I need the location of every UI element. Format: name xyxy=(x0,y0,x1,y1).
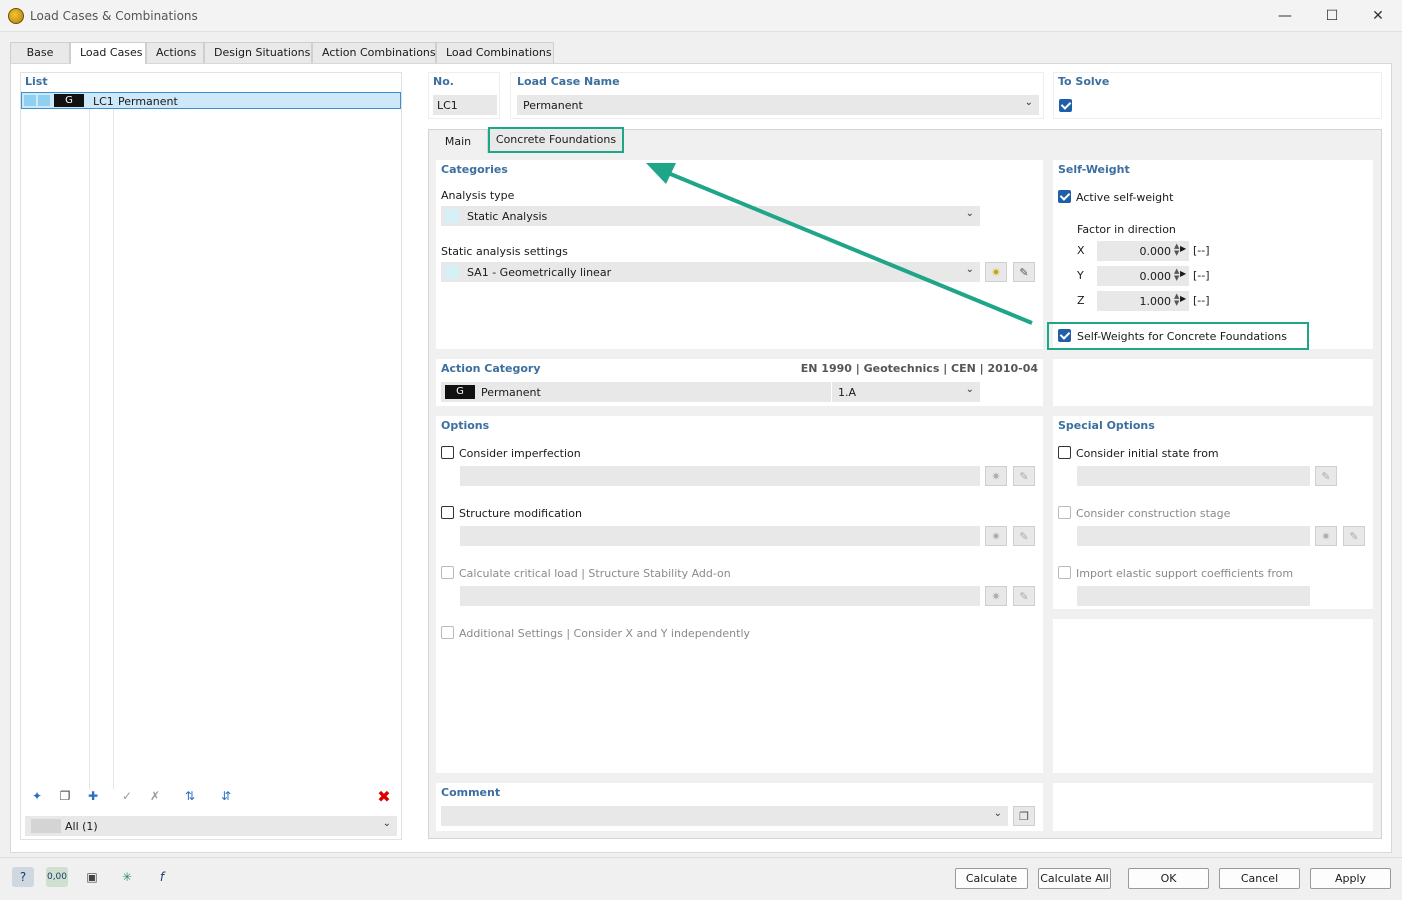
elastic-support-field[interactable] xyxy=(1077,586,1310,606)
uncheck-all-icon[interactable]: ✗ xyxy=(144,786,166,806)
comment-select[interactable]: ⌄ xyxy=(441,806,1008,826)
load-case-name-select[interactable]: Permanent ⌄ xyxy=(517,95,1039,115)
structure-mod-checkbox[interactable] xyxy=(441,506,454,519)
action-category-select[interactable]: G Permanent 1.A ⌄ xyxy=(441,382,980,402)
tab-load-cases[interactable]: Load Cases xyxy=(70,42,146,64)
new-load-case-icon[interactable]: ✦ xyxy=(26,786,48,806)
action-code-badge: G xyxy=(54,94,84,107)
calculate-button[interactable]: Calculate xyxy=(955,868,1028,889)
tab-actions[interactable]: Actions xyxy=(146,42,204,63)
app-icon xyxy=(8,8,24,24)
new-settings-icon[interactable]: ✷ xyxy=(985,262,1007,282)
chevron-down-icon: ⌄ xyxy=(965,264,974,275)
empty-panel xyxy=(1053,359,1373,406)
number-panel: No. LC1 xyxy=(428,72,500,119)
color-swatch xyxy=(24,95,36,106)
copy-icon[interactable]: ❐ xyxy=(1013,806,1035,826)
filter-icon[interactable]: ✳ xyxy=(116,867,138,887)
chevron-down-icon: ⌄ xyxy=(965,384,974,395)
comment-panel: Comment ⌄ ❐ xyxy=(436,783,1043,831)
chevron-down-icon: ⌄ xyxy=(965,208,974,219)
list-item-name: Permanent xyxy=(118,95,178,108)
special-options-panel: Special Options Consider initial state f… xyxy=(1053,416,1373,609)
edit-icon[interactable]: ✎ xyxy=(1013,586,1035,606)
structure-mod-field[interactable] xyxy=(460,526,980,546)
action-category-panel: Action Category EN 1990 | Geotechnics | … xyxy=(436,359,1043,406)
edit-settings-icon[interactable]: ✎ xyxy=(1013,262,1035,282)
list-item[interactable]: G LC1 Permanent xyxy=(21,92,401,109)
new-icon[interactable]: ✷ xyxy=(985,466,1007,486)
title-bar: Load Cases & Combinations — ☐ ✕ xyxy=(0,0,1402,32)
categories-panel: Categories Analysis type Static Analysis… xyxy=(436,160,1043,349)
analysis-type-select[interactable]: Static Analysis ⌄ xyxy=(441,206,980,226)
tab-design-situations[interactable]: Design Situations xyxy=(204,42,312,63)
factor-y-field[interactable]: 0.000 ▲ ▼ xyxy=(1097,266,1189,286)
imperfection-field[interactable] xyxy=(460,466,980,486)
ok-button[interactable]: OK xyxy=(1128,868,1209,889)
chevron-down-icon: ⌄ xyxy=(382,818,391,829)
function-icon[interactable]: f xyxy=(151,867,173,887)
sort-icon[interactable]: ⇵ xyxy=(215,786,237,806)
arrow-right-icon[interactable]: ▶ xyxy=(1180,244,1186,253)
delete-icon[interactable]: ✖ xyxy=(373,786,395,806)
cancel-button[interactable]: Cancel xyxy=(1219,868,1300,889)
self-weight-panel: Self-Weight Active self-weight Factor in… xyxy=(1047,160,1373,350)
imperfection-checkbox[interactable] xyxy=(441,446,454,459)
list-filter-select[interactable]: All (1) ⌄ xyxy=(25,816,397,836)
list-panel: List G LC1 Permanent ✦ ❐ ✚ ✓ ✗ ⇅ ⇵ ✖ All… xyxy=(20,72,402,840)
active-self-weight-checkbox[interactable] xyxy=(1058,190,1071,203)
list-header: List xyxy=(25,75,48,88)
new-icon[interactable]: ✷ xyxy=(1315,526,1337,546)
edit-icon[interactable]: ✎ xyxy=(1013,466,1035,486)
number-field[interactable]: LC1 xyxy=(433,95,497,115)
critical-load-field[interactable] xyxy=(460,586,980,606)
precision-icon[interactable]: 0,00 xyxy=(46,867,68,887)
check-all-icon[interactable]: ✓ xyxy=(116,786,138,806)
empty-panel xyxy=(1053,619,1373,773)
apply-button[interactable]: Apply xyxy=(1310,868,1391,889)
chevron-down-icon: ⌄ xyxy=(1024,97,1033,108)
initial-state-checkbox[interactable] xyxy=(1058,446,1071,459)
construction-stage-field[interactable] xyxy=(1077,526,1310,546)
static-settings-select[interactable]: SA1 - Geometrically linear ⌄ xyxy=(441,262,980,282)
to-solve-panel: To Solve xyxy=(1053,72,1382,119)
chevron-down-icon: ⌄ xyxy=(993,808,1002,819)
edit-icon[interactable]: ✎ xyxy=(1343,526,1365,546)
minimize-icon[interactable]: — xyxy=(1275,6,1295,26)
calculate-all-button[interactable]: Calculate All xyxy=(1038,868,1111,889)
to-solve-checkbox[interactable] xyxy=(1059,99,1072,112)
new-icon[interactable]: ✷ xyxy=(985,526,1007,546)
factor-z-field[interactable]: 1.000 ▲ ▼ xyxy=(1097,291,1189,311)
edit-icon[interactable]: ✎ xyxy=(1315,466,1337,486)
color-swatch xyxy=(38,95,50,106)
renumber-icon[interactable]: ⇅ xyxy=(179,786,201,806)
elastic-support-checkbox[interactable] xyxy=(1058,566,1071,579)
arrow-right-icon[interactable]: ▶ xyxy=(1180,269,1186,278)
critical-load-checkbox[interactable] xyxy=(441,566,454,579)
factor-x-field[interactable]: 0.000 ▲ ▼ xyxy=(1097,241,1189,261)
copy-icon[interactable]: ❐ xyxy=(54,786,76,806)
name-panel: Load Case Name Permanent ⌄ xyxy=(510,72,1044,119)
construction-stage-checkbox[interactable] xyxy=(1058,506,1071,519)
list-item-id: LC1 xyxy=(93,95,114,108)
tab-base[interactable]: Base xyxy=(10,42,70,63)
additional-settings-checkbox[interactable] xyxy=(441,626,454,639)
empty-panel xyxy=(1053,783,1373,831)
help-icon[interactable]: ? xyxy=(12,867,34,887)
close-icon[interactable]: ✕ xyxy=(1368,6,1388,26)
concrete-foundations-checkbox[interactable] xyxy=(1058,329,1071,342)
tab-load-combinations[interactable]: Load Combinations xyxy=(436,42,554,63)
maximize-icon[interactable]: ☐ xyxy=(1322,6,1342,26)
add-icon[interactable]: ✚ xyxy=(82,786,104,806)
new-icon[interactable]: ✷ xyxy=(985,586,1007,606)
arrow-right-icon[interactable]: ▶ xyxy=(1180,294,1186,303)
tab-action-combinations[interactable]: Action Combinations xyxy=(312,42,436,63)
edit-icon[interactable]: ✎ xyxy=(1013,526,1035,546)
subtab-concrete-foundations[interactable]: Concrete Foundations xyxy=(488,127,624,153)
initial-state-field[interactable] xyxy=(1077,466,1310,486)
units-icon[interactable]: ▣ xyxy=(81,867,103,887)
options-panel: Options Consider imperfection ✷ ✎ Struct… xyxy=(436,416,1043,773)
subtab-main[interactable]: Main xyxy=(428,129,488,153)
window-title: Load Cases & Combinations xyxy=(30,9,198,23)
